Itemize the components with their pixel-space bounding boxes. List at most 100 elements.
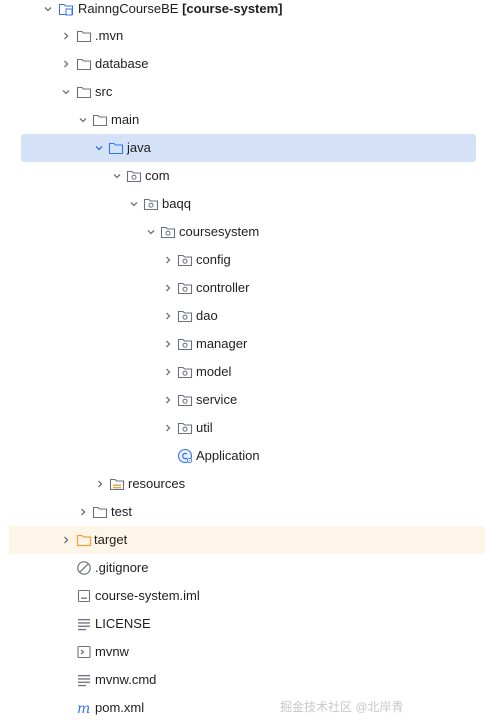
tree-row-manager[interactable]: manager bbox=[0, 330, 485, 358]
svg-text:m: m bbox=[77, 701, 90, 716]
chevron-right-icon[interactable] bbox=[59, 526, 73, 554]
tree-row-resources[interactable]: resources bbox=[0, 470, 485, 498]
chevron-down-icon[interactable] bbox=[41, 0, 55, 23]
tree-label: controller bbox=[196, 280, 250, 295]
tree-row-service[interactable]: service bbox=[0, 386, 485, 414]
chevron-right-icon[interactable] bbox=[59, 50, 73, 78]
source-folder-icon bbox=[108, 140, 124, 156]
tree-row-mvn[interactable]: .mvn bbox=[0, 22, 485, 50]
tree-label: model bbox=[196, 364, 232, 379]
tree-row-dao[interactable]: dao bbox=[0, 302, 485, 330]
tree-row-license[interactable]: LICENSE bbox=[0, 610, 485, 638]
tree-row-mvnw[interactable]: mvnw bbox=[0, 638, 485, 666]
chevron-down-icon[interactable] bbox=[76, 106, 90, 134]
tree-row-java[interactable]: java bbox=[21, 134, 476, 162]
chevron-right-icon[interactable] bbox=[161, 330, 175, 358]
package-icon bbox=[177, 252, 193, 268]
text-file-icon bbox=[76, 672, 92, 688]
module-name: [course-system] bbox=[182, 1, 283, 16]
module-file-icon bbox=[76, 588, 92, 604]
tree-row-controller[interactable]: controller bbox=[0, 274, 485, 302]
tree-label: util bbox=[196, 420, 213, 435]
ignore-file-icon bbox=[76, 560, 92, 576]
chevron-right-icon[interactable] bbox=[93, 470, 107, 498]
tree-row-src[interactable]: src bbox=[0, 78, 485, 106]
chevron-right-icon[interactable] bbox=[59, 22, 73, 50]
package-icon bbox=[160, 224, 176, 240]
tree-row-main[interactable]: main bbox=[0, 106, 485, 134]
folder-icon bbox=[76, 56, 92, 72]
chevron-right-icon[interactable] bbox=[161, 358, 175, 386]
tree-row-test[interactable]: test bbox=[0, 498, 485, 526]
project-name: RainngCourseBE bbox=[78, 1, 179, 16]
tree-label: resources bbox=[128, 476, 186, 491]
tree-label: com bbox=[145, 168, 170, 183]
tree-label: dao bbox=[196, 308, 218, 323]
tree-label: Application bbox=[196, 448, 260, 463]
maven-icon: m bbox=[76, 700, 92, 716]
tree-label: mvnw.cmd bbox=[95, 672, 157, 687]
package-icon bbox=[177, 392, 193, 408]
chevron-right-icon[interactable] bbox=[76, 498, 90, 526]
shell-script-icon bbox=[76, 644, 92, 660]
tree-row-target[interactable]: target bbox=[9, 526, 485, 554]
chevron-right-icon[interactable] bbox=[161, 302, 175, 330]
package-icon bbox=[143, 196, 159, 212]
tree-label: baqq bbox=[162, 196, 191, 211]
tree-label: manager bbox=[196, 336, 248, 351]
chevron-right-icon[interactable] bbox=[161, 386, 175, 414]
folder-icon bbox=[76, 28, 92, 44]
text-file-icon bbox=[76, 616, 92, 632]
tree-row-config[interactable]: config bbox=[0, 246, 485, 274]
package-icon bbox=[177, 308, 193, 324]
tree-row-com[interactable]: com bbox=[0, 162, 485, 190]
tree-label: mvnw bbox=[95, 644, 129, 659]
chevron-down-icon[interactable] bbox=[110, 162, 124, 190]
tree-row-mvnw-cmd[interactable]: mvnw.cmd bbox=[0, 666, 485, 694]
tree-row-gitignore[interactable]: .gitignore bbox=[0, 554, 485, 582]
resources-folder-icon bbox=[109, 476, 125, 492]
excluded-folder-icon bbox=[76, 532, 92, 548]
module-folder-icon bbox=[58, 1, 74, 17]
package-icon bbox=[177, 336, 193, 352]
tree-label: database bbox=[95, 56, 149, 71]
tree-label: service bbox=[196, 392, 238, 407]
tree-label: pom.xml bbox=[95, 700, 145, 715]
chevron-down-icon[interactable] bbox=[127, 190, 141, 218]
package-icon bbox=[177, 280, 193, 296]
tree-label: test bbox=[111, 504, 132, 519]
package-icon bbox=[177, 364, 193, 380]
tree-label: course-system.iml bbox=[95, 588, 200, 603]
tree-label: src bbox=[95, 84, 113, 99]
tree-label: main bbox=[111, 112, 140, 127]
chevron-down-icon[interactable] bbox=[59, 78, 73, 106]
chevron-down-icon[interactable] bbox=[92, 134, 106, 162]
tree-row-coursesystem[interactable]: coursesystem bbox=[0, 218, 485, 246]
chevron-right-icon[interactable] bbox=[161, 246, 175, 274]
tree-row-pom[interactable]: m pom.xml bbox=[0, 694, 485, 722]
tree-label: .gitignore bbox=[95, 560, 149, 575]
java-class-icon bbox=[177, 448, 193, 464]
tree-label: target bbox=[94, 532, 128, 547]
folder-icon bbox=[76, 84, 92, 100]
tree-row-model[interactable]: model bbox=[0, 358, 485, 386]
package-icon bbox=[177, 420, 193, 436]
package-icon bbox=[126, 168, 142, 184]
project-name-label: RainngCourseBE [course-system] bbox=[78, 0, 283, 23]
tree-label: .mvn bbox=[95, 28, 124, 43]
tree-label: coursesystem bbox=[179, 224, 260, 239]
tree-label: LICENSE bbox=[95, 616, 151, 631]
tree-row-baqq[interactable]: baqq bbox=[0, 190, 485, 218]
folder-icon bbox=[92, 504, 108, 520]
chevron-right-icon[interactable] bbox=[161, 274, 175, 302]
tree-row-project-root[interactable]: RainngCourseBE [course-system] bbox=[0, 0, 485, 23]
chevron-down-icon[interactable] bbox=[144, 218, 158, 246]
tree-row-iml[interactable]: course-system.iml bbox=[0, 582, 485, 610]
watermark: 掘金技术社区 @北岸青 bbox=[280, 700, 404, 714]
tree-row-util[interactable]: util bbox=[0, 414, 485, 442]
folder-icon bbox=[92, 112, 108, 128]
chevron-right-icon[interactable] bbox=[161, 414, 175, 442]
tree-row-application[interactable]: Application bbox=[0, 442, 485, 470]
tree-row-database[interactable]: database bbox=[0, 50, 485, 78]
tree-label: java bbox=[127, 140, 151, 155]
